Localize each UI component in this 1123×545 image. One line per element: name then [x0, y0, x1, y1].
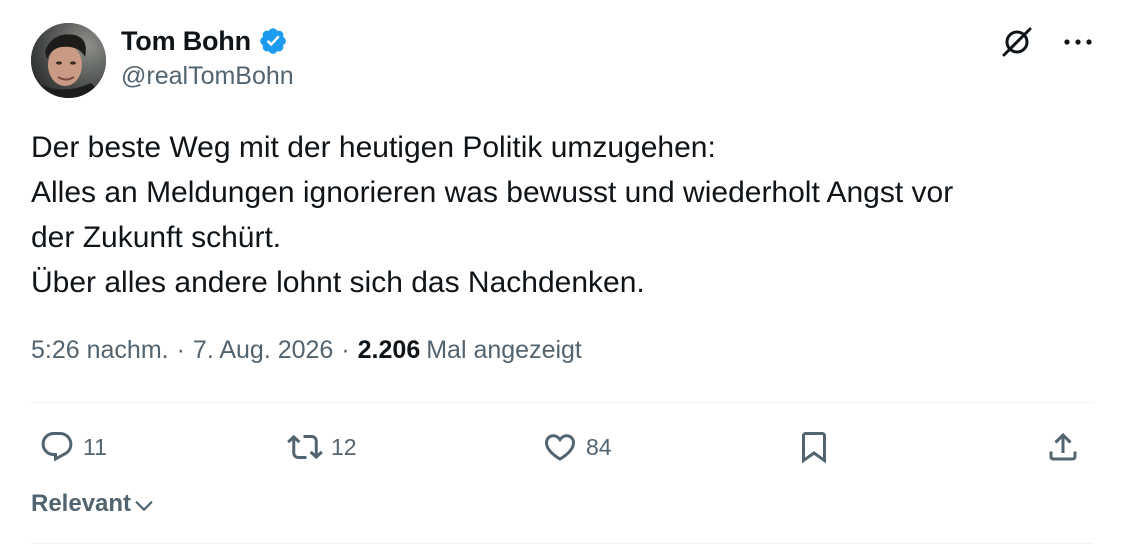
- share-icon: [1049, 432, 1077, 461]
- tweet-meta: 5:26 nachm. · 7. Aug. 2026 · 2.206 Mal a…: [31, 336, 582, 365]
- tweet-line: Alles an Meldungen ignorieren was bewuss…: [31, 176, 954, 209]
- meta-separator: ·: [176, 336, 185, 364]
- sort-dropdown[interactable]: Relevant: [31, 490, 155, 518]
- sort-label: Relevant: [31, 490, 132, 517]
- like-button[interactable]: 84: [542, 418, 612, 476]
- views-label[interactable]: Mal angezeigt: [426, 336, 582, 365]
- like-icon: [544, 434, 576, 461]
- divider: [31, 543, 1093, 544]
- tweet-time[interactable]: 5:26 nachm.: [31, 336, 169, 365]
- repost-button[interactable]: 12: [287, 418, 357, 476]
- avatar-image: [31, 23, 106, 98]
- tweet-text: Der beste Weg mit der heutigen Politik u…: [31, 125, 1091, 305]
- tweet-line: der Zukunft schürt.: [31, 221, 282, 254]
- share-button[interactable]: [1045, 418, 1081, 476]
- grok-icon[interactable]: [999, 24, 1035, 60]
- reply-icon: [41, 432, 73, 462]
- verified-badge-icon[interactable]: [258, 26, 288, 56]
- chevron-down-icon: [135, 501, 153, 511]
- tweet-date[interactable]: 7. Aug. 2026: [193, 336, 333, 365]
- top-actions: [999, 24, 1093, 60]
- bookmark-icon: [802, 432, 826, 464]
- reply-count: 11: [83, 433, 107, 460]
- bookmark-button[interactable]: [796, 418, 832, 476]
- repost-icon: [287, 434, 323, 460]
- author-name-row: Tom Bohn: [121, 25, 288, 57]
- author-display-name[interactable]: Tom Bohn: [121, 26, 251, 57]
- repost-count: 12: [331, 433, 357, 460]
- tweet-line: Der beste Weg mit der heutigen Politik u…: [31, 131, 716, 164]
- avatar[interactable]: [31, 23, 106, 98]
- like-count: 84: [586, 433, 612, 460]
- more-options-icon[interactable]: [1063, 37, 1093, 47]
- reply-button[interactable]: 11: [39, 418, 107, 476]
- meta-separator: ·: [341, 336, 350, 364]
- action-bar: 11 12 84: [31, 418, 1093, 476]
- author-handle[interactable]: @realTomBohn: [121, 62, 294, 91]
- tweet-line: Über alles andere lohnt sich das Nachden…: [31, 266, 645, 299]
- divider: [31, 402, 1093, 403]
- views-count[interactable]: 2.206: [358, 336, 421, 365]
